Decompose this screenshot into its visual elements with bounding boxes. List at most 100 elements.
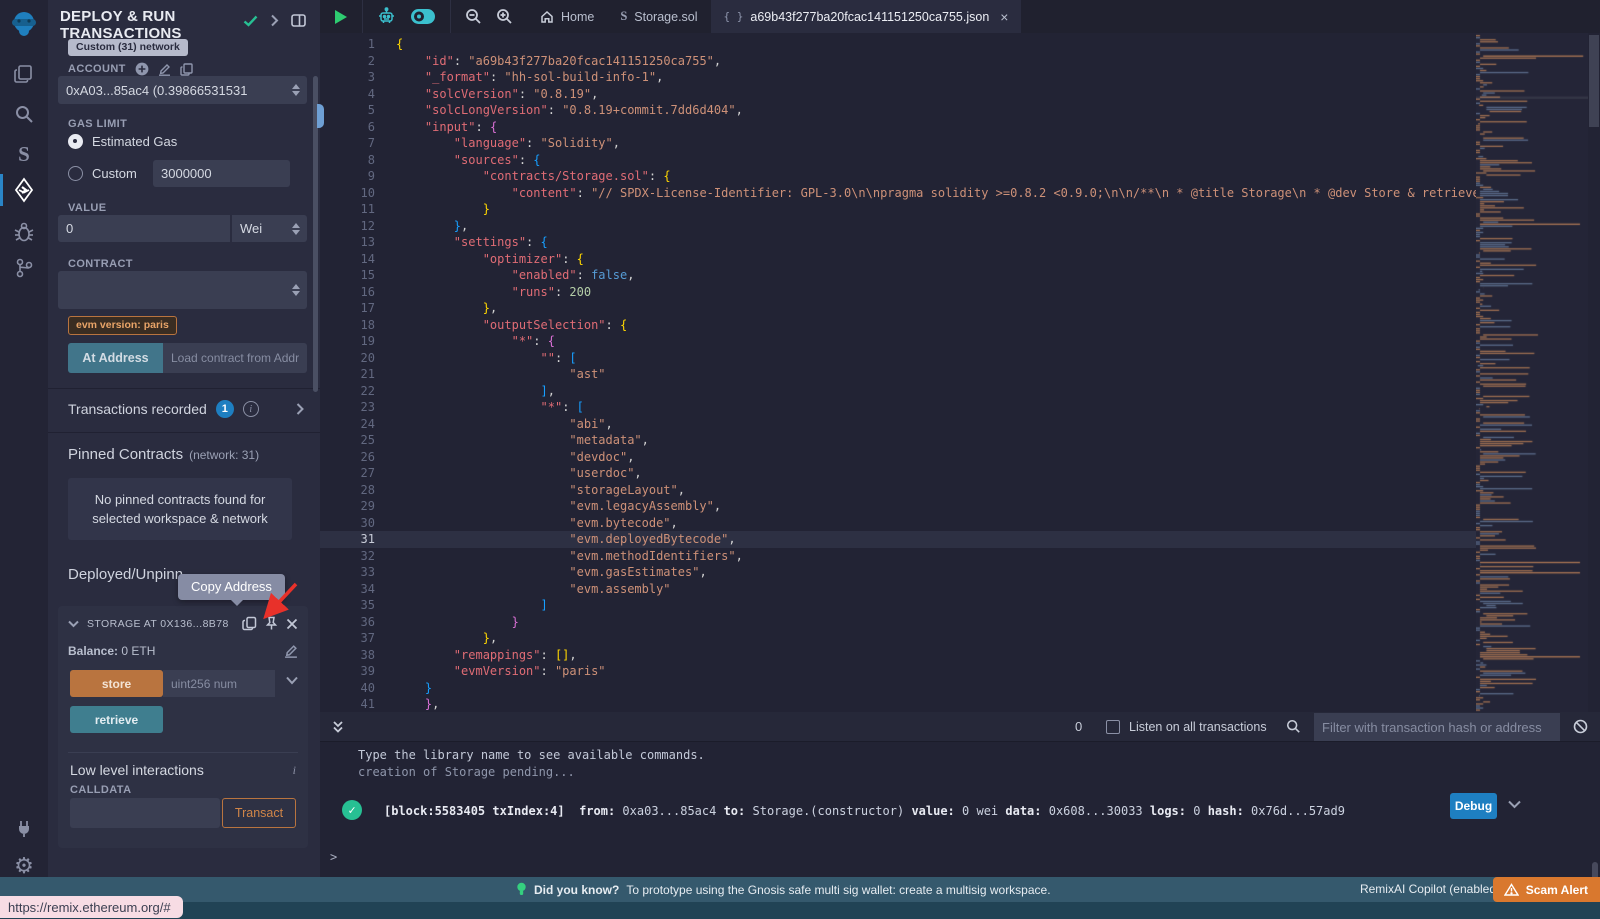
value-input[interactable] bbox=[58, 215, 230, 242]
code-line[interactable]: 23 "*": [ bbox=[320, 399, 1476, 416]
code-area[interactable]: 1{2 "id": "a69b43f277ba20fcac141151250ca… bbox=[320, 36, 1476, 712]
transactions-expand-icon[interactable] bbox=[296, 403, 304, 415]
code-line[interactable]: 14 "optimizer": { bbox=[320, 251, 1476, 268]
transact-button[interactable]: Transact bbox=[222, 798, 296, 828]
code-line[interactable]: 32 "evm.methodIdentifiers", bbox=[320, 548, 1476, 565]
load-contract-input[interactable] bbox=[163, 343, 307, 373]
code-line[interactable]: 40 } bbox=[320, 680, 1476, 697]
clear-console-icon[interactable] bbox=[1573, 719, 1588, 734]
code-line[interactable]: 17 }, bbox=[320, 300, 1476, 317]
editor-scrollbar[interactable] bbox=[1588, 33, 1600, 712]
code-line[interactable]: 33 "evm.gasEstimates", bbox=[320, 564, 1476, 581]
panel-chevron-right-icon[interactable] bbox=[270, 14, 279, 27]
code-line[interactable]: 9 "contracts/Storage.sol": { bbox=[320, 168, 1476, 185]
contract-select[interactable] bbox=[58, 271, 307, 309]
deploy-run-icon[interactable] bbox=[0, 172, 48, 208]
scam-alert-button[interactable]: Scam Alert bbox=[1493, 877, 1600, 902]
store-button[interactable]: store bbox=[70, 670, 163, 697]
code-line[interactable]: 15 "enabled": false, bbox=[320, 267, 1476, 284]
code-line[interactable]: 29 "evm.legacyAssembly", bbox=[320, 498, 1476, 515]
account-select[interactable]: 0xA03...85ac4 (0.39866531531 bbox=[58, 76, 307, 104]
code-line[interactable]: 36 } bbox=[320, 614, 1476, 631]
code-line[interactable]: 37 }, bbox=[320, 630, 1476, 647]
terminal-prompt[interactable]: > bbox=[330, 850, 337, 864]
store-expand-icon[interactable] bbox=[286, 676, 298, 685]
account-stepper[interactable] bbox=[292, 84, 300, 96]
git-icon[interactable] bbox=[0, 250, 48, 286]
add-account-icon[interactable] bbox=[135, 62, 149, 76]
run-script-icon[interactable] bbox=[334, 9, 348, 25]
code-line[interactable]: 34 "evm.assembly" bbox=[320, 581, 1476, 598]
remove-contract-icon[interactable] bbox=[286, 618, 298, 630]
code-line[interactable]: 24 "abi", bbox=[320, 416, 1476, 433]
code-line[interactable]: 1{ bbox=[320, 36, 1476, 53]
code-line[interactable]: 10 "content": "// SPDX-License-Identifie… bbox=[320, 185, 1476, 202]
zoom-out-icon[interactable] bbox=[465, 8, 482, 25]
code-line[interactable]: 35 ] bbox=[320, 597, 1476, 614]
code-line[interactable]: 20 "": [ bbox=[320, 350, 1476, 367]
contract-collapse-icon[interactable] bbox=[68, 620, 79, 628]
code-line[interactable]: 2 "id": "a69b43f277ba20fcac141151250ca75… bbox=[320, 53, 1476, 70]
copilot-status[interactable]: RemixAI Copilot (enabled) bbox=[1360, 882, 1500, 896]
ai-copilot-robot-icon[interactable] bbox=[377, 7, 396, 26]
log-expand-icon[interactable] bbox=[1508, 800, 1521, 809]
transaction-filter-input[interactable] bbox=[1314, 713, 1560, 741]
code-line[interactable]: 19 "*": { bbox=[320, 333, 1476, 350]
listen-checkbox[interactable] bbox=[1106, 720, 1120, 734]
terminal-collapse-icon[interactable] bbox=[332, 720, 344, 734]
tab-build-info-json[interactable]: { } a69b43f277ba20fcac141151250ca755.jso… bbox=[711, 0, 1022, 33]
transactions-info-icon[interactable]: i bbox=[243, 401, 259, 417]
retrieve-button[interactable]: retrieve bbox=[70, 706, 163, 733]
zoom-in-icon[interactable] bbox=[496, 8, 513, 25]
code-line[interactable]: 30 "evm.bytecode", bbox=[320, 515, 1476, 532]
debugger-icon[interactable] bbox=[0, 214, 48, 250]
close-tab-icon[interactable]: × bbox=[1000, 9, 1008, 25]
terminal-content[interactable]: Type the library name to see available c… bbox=[320, 742, 1600, 877]
code-line[interactable]: 25 "metadata", bbox=[320, 432, 1476, 449]
copy-account-icon[interactable] bbox=[180, 63, 193, 76]
code-line[interactable]: 38 "remappings": [], bbox=[320, 647, 1476, 664]
code-line[interactable]: 11 } bbox=[320, 201, 1476, 218]
panel-resize-handle[interactable] bbox=[317, 104, 324, 128]
code-line[interactable]: 4 "solcVersion": "0.8.19", bbox=[320, 86, 1476, 103]
transaction-log-line[interactable]: [block:5583405 txIndex:4] from: 0xa03...… bbox=[384, 804, 1345, 818]
edit-account-icon[interactable] bbox=[158, 63, 171, 76]
custom-gas-input[interactable] bbox=[153, 160, 290, 187]
code-line[interactable]: 13 "settings": { bbox=[320, 234, 1476, 251]
code-line[interactable]: 26 "devdoc", bbox=[320, 449, 1476, 466]
code-line[interactable]: 5 "solcLongVersion": "0.8.19+commit.7dd6… bbox=[320, 102, 1476, 119]
pin-panel-icon[interactable] bbox=[291, 14, 306, 27]
plugin-manager-icon[interactable] bbox=[0, 810, 48, 846]
search-icon[interactable] bbox=[0, 96, 48, 132]
code-line[interactable]: 22 ], bbox=[320, 383, 1476, 400]
value-unit-select[interactable]: Wei bbox=[231, 215, 307, 242]
estimated-gas-radio[interactable] bbox=[68, 134, 83, 149]
code-line[interactable]: 8 "sources": { bbox=[320, 152, 1476, 169]
code-line[interactable]: 12 }, bbox=[320, 218, 1476, 235]
code-line[interactable]: 3 "_format": "hh-sol-build-info-1", bbox=[320, 69, 1476, 86]
file-explorer-icon[interactable] bbox=[0, 56, 48, 92]
solidity-compiler-icon[interactable]: S bbox=[0, 136, 48, 172]
copilot-toggle[interactable] bbox=[410, 8, 436, 25]
code-line[interactable]: 27 "userdoc", bbox=[320, 465, 1476, 482]
code-line[interactable]: 6 "input": { bbox=[320, 119, 1476, 136]
calldata-input[interactable] bbox=[70, 798, 220, 828]
low-level-info-icon[interactable]: i bbox=[293, 763, 296, 778]
code-line[interactable]: 16 "runs": 200 bbox=[320, 284, 1476, 301]
edit-balance-icon[interactable] bbox=[284, 644, 298, 658]
code-line[interactable]: 7 "language": "Solidity", bbox=[320, 135, 1476, 152]
code-line[interactable]: 41 }, bbox=[320, 696, 1476, 712]
store-arg-input[interactable] bbox=[163, 670, 275, 697]
remix-logo-icon[interactable] bbox=[0, 6, 48, 42]
minimap[interactable] bbox=[1476, 33, 1588, 712]
debug-button[interactable]: Debug bbox=[1450, 793, 1497, 819]
code-line[interactable]: 28 "storageLayout", bbox=[320, 482, 1476, 499]
custom-gas-radio[interactable] bbox=[68, 166, 83, 181]
at-address-button[interactable]: At Address bbox=[68, 343, 163, 373]
code-line[interactable]: 31 "evm.deployedBytecode", bbox=[320, 531, 1476, 548]
code-line[interactable]: 21 "ast" bbox=[320, 366, 1476, 383]
code-line[interactable]: 39 "evmVersion": "paris" bbox=[320, 663, 1476, 680]
pin-contract-icon[interactable] bbox=[265, 616, 278, 631]
tab-storage-sol[interactable]: S Storage.sol bbox=[607, 0, 710, 33]
code-editor[interactable]: 1{2 "id": "a69b43f277ba20fcac141151250ca… bbox=[320, 33, 1600, 712]
